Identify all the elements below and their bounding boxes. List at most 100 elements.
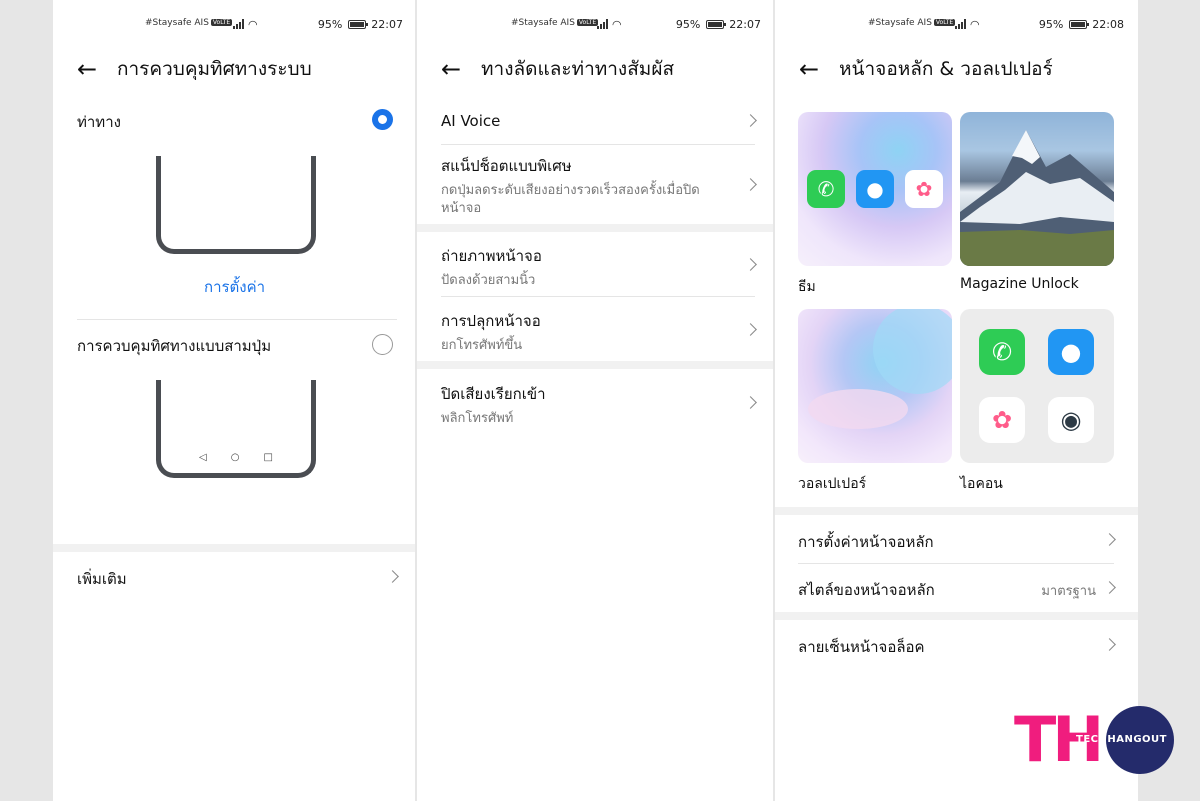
home-screen-style-row[interactable]: สไตล์ของหน้าจอหลัก มาตรฐาน — [798, 578, 1116, 599]
signal-icon: ◠ — [597, 18, 622, 31]
message-icon: ● — [856, 170, 894, 208]
section-gap — [775, 612, 1138, 620]
photos-icon: ✿ — [905, 170, 943, 208]
carrier-text: #Staysafe AIS VoLTE — [868, 18, 956, 28]
lock-screen-signature-row[interactable]: ลายเซ็นหน้าจอล็อค — [798, 635, 1116, 656]
wallpaper-tile[interactable] — [798, 309, 952, 463]
wallpaper-label: วอลเปเปอร์ — [798, 476, 867, 492]
option-three-key[interactable]: การควบคุมทิศทางแบบสามปุ่ม — [77, 334, 397, 358]
divider — [441, 144, 755, 145]
magazine-unlock-label: Magazine Unlock — [960, 276, 1079, 292]
wifi-icon: ◠ — [612, 18, 622, 31]
item-label: AI Voice — [441, 112, 501, 130]
carrier-text: #Staysafe AIS VoLTE — [511, 18, 599, 28]
item-label: สแน็ปช็อตแบบพิเศษ — [441, 157, 572, 175]
back-arrow-icon[interactable]: ← — [799, 57, 839, 81]
chevron-right-icon — [1103, 581, 1116, 594]
panel-shortcuts-gestures: #Staysafe AIS VoLTE ◠ 95% 22:07 ← ทางลัดแ… — [417, 0, 773, 801]
list-item-ultra-snapshot[interactable]: สแน็ปช็อตแบบพิเศษ กดปุ่มลดระดับเสียงอย่า… — [441, 154, 757, 216]
list-item-screenshot[interactable]: ถ่ายภาพหน้าจอ ปัดลงด้วยสามนิ้ว — [441, 244, 757, 288]
wifi-icon: ◠ — [248, 18, 258, 31]
more-label: เพิ่มเติม — [77, 570, 127, 588]
carrier-label: #Staysafe AIS — [511, 18, 575, 28]
gesture-radio[interactable] — [372, 109, 393, 130]
mountain-illustration — [960, 130, 1114, 266]
signal-icon: ◠ — [955, 18, 980, 31]
battery-icon — [1068, 20, 1089, 29]
nav-keys: ◁ ○ □ — [161, 452, 311, 463]
item-sub: ปัดลงด้วยสามนิ้ว — [441, 273, 536, 288]
option-gesture-label: ท่าทาง — [77, 113, 121, 131]
option-gesture[interactable]: ท่าทาง — [77, 110, 397, 134]
three-key-phone-illustration: ◁ ○ □ — [156, 380, 316, 478]
list-item-wake-screen[interactable]: การปลุกหน้าจอ ยกโทรศัพท์ขึ้น — [441, 309, 757, 353]
home-screen-settings-label: การตั้งค่าหน้าจอหลัก — [798, 533, 934, 551]
clock: 22:07 — [729, 18, 761, 31]
magazine-unlock-tile[interactable] — [960, 112, 1114, 266]
gesture-phone-illustration — [156, 156, 316, 254]
item-label: ถ่ายภาพหน้าจอ — [441, 247, 542, 265]
icons-tile[interactable]: ✆ ● ✿ ◉ — [960, 309, 1114, 463]
divider — [77, 319, 397, 320]
lock-screen-signature-label: ลายเซ็นหน้าจอล็อค — [798, 638, 925, 656]
divider — [441, 296, 755, 297]
chevron-right-icon — [1103, 533, 1116, 546]
wallpaper-illustration — [808, 309, 952, 429]
chevron-right-icon — [744, 178, 757, 191]
home-screen-settings-row[interactable]: การตั้งค่าหน้าจอหลัก — [798, 530, 1116, 551]
clock: 22:08 — [1092, 18, 1124, 31]
nav-back-icon: ◁ — [199, 452, 207, 463]
battery-percent: 95% — [1038, 18, 1064, 31]
status-bar: #Staysafe AIS VoLTE ◠ 95% 22:07 — [417, 12, 773, 36]
header: ← หน้าจอหลัก & วอลเปเปอร์ — [799, 55, 1118, 83]
logo-text: TECHHANGOUT — [1076, 734, 1167, 745]
header: ← การควบคุมทิศทางระบบ — [77, 55, 395, 83]
list-item-mute-ring[interactable]: ปิดเสียงเรียกเข้า พลิกโทรศัพท์ — [441, 382, 757, 426]
theme-label: ธีม — [798, 279, 816, 295]
item-label: การปลุกหน้าจอ — [441, 312, 541, 330]
stage: #Staysafe AIS VoLTE ◠ 95% 22:07 ← การควบค… — [0, 0, 1200, 801]
status-right: 95% 22:07 — [676, 18, 761, 31]
status-bar: #Staysafe AIS VoLTE ◠ 95% 22:08 — [775, 12, 1138, 36]
wifi-icon: ◠ — [970, 18, 980, 31]
page-title: ทางลัดและท่าทางสัมผัส — [481, 58, 675, 80]
battery-percent: 95% — [317, 18, 343, 31]
theme-tile[interactable]: ✆ ● ✿ — [798, 112, 952, 266]
page-title: การควบคุมทิศทางระบบ — [117, 58, 312, 80]
item-sub: ยกโทรศัพท์ขึ้น — [441, 338, 523, 353]
message-icon: ● — [1048, 329, 1094, 375]
nav-home-icon: ○ — [230, 452, 240, 463]
item-label: ปิดเสียงเรียกเข้า — [441, 385, 546, 403]
chevron-right-icon — [744, 114, 757, 127]
carrier-text: #Staysafe AIS VoLTE — [145, 18, 233, 28]
panel-system-navigation: #Staysafe AIS VoLTE ◠ 95% 22:07 ← การควบค… — [53, 0, 415, 801]
three-key-radio[interactable] — [372, 334, 393, 355]
icons-label: ไอคอน — [960, 476, 1003, 492]
volte-badge: VoLTE — [210, 19, 233, 26]
back-arrow-icon[interactable]: ← — [441, 57, 481, 81]
home-screen-style-label: สไตล์ของหน้าจอหลัก — [798, 581, 935, 599]
status-bar: #Staysafe AIS VoLTE ◠ 95% 22:07 — [53, 12, 415, 36]
back-arrow-icon[interactable]: ← — [77, 57, 117, 81]
chevron-right-icon — [386, 570, 399, 583]
header: ← ทางลัดและท่าทางสัมผัส — [441, 55, 753, 83]
carrier-label: #Staysafe AIS — [145, 18, 209, 28]
option-three-key-label: การควบคุมทิศทางแบบสามปุ่ม — [77, 337, 272, 355]
phone-icon: ✆ — [979, 329, 1025, 375]
more-row[interactable]: เพิ่มเติม — [77, 567, 399, 588]
item-sub: กดปุ่มลดระดับเสียงอย่างรวดเร็วสองครั้งเม… — [441, 183, 700, 216]
settings-link[interactable]: การตั้งค่า — [204, 275, 265, 299]
section-gap — [53, 544, 415, 552]
chevron-right-icon — [1103, 638, 1116, 651]
volte-badge: VoLTE — [576, 19, 599, 26]
volte-badge: VoLTE — [933, 19, 956, 26]
section-gap — [417, 361, 773, 369]
panel-home-wallpaper: #Staysafe AIS VoLTE ◠ 95% 22:08 ← หน้าจอห… — [775, 0, 1138, 801]
section-gap — [417, 224, 773, 232]
list-item-ai-voice[interactable]: AI Voice — [441, 111, 757, 131]
divider — [798, 563, 1114, 564]
signal-icon: ◠ — [233, 18, 258, 31]
photos-icon: ✿ — [979, 397, 1025, 443]
phone-icon: ✆ — [807, 170, 845, 208]
status-right: 95% 22:08 — [1039, 18, 1124, 31]
